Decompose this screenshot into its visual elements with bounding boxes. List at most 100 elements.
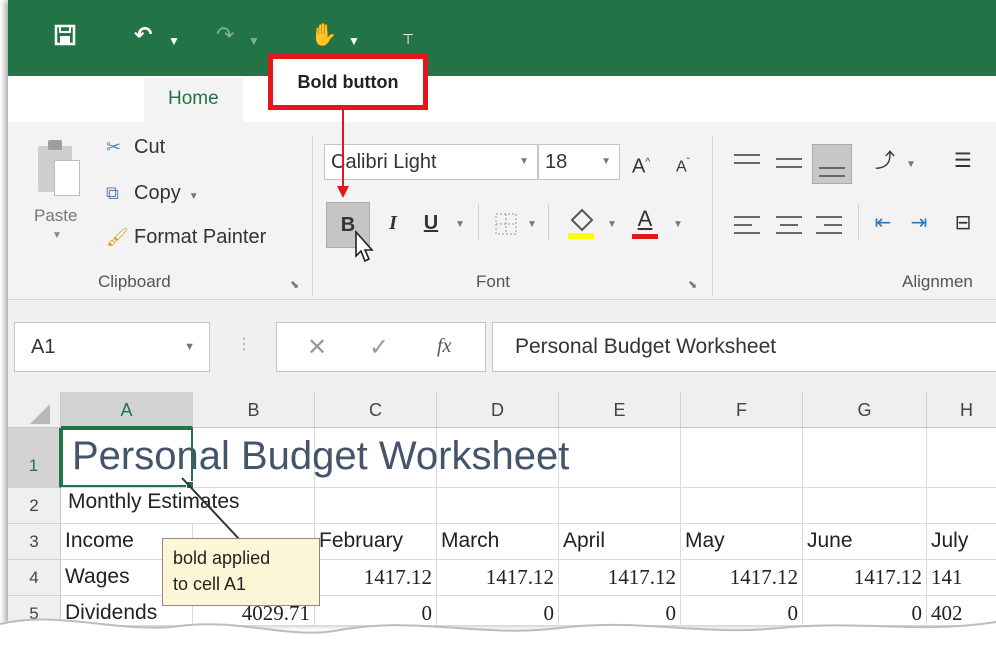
name-box-dropdown-icon[interactable]: ▼ <box>184 323 195 371</box>
copy-button[interactable]: ⧉ Copy ▼ <box>106 182 199 205</box>
tab-file[interactable]: File <box>54 80 85 120</box>
cancel-icon[interactable]: ✕ <box>307 333 327 362</box>
cell-f1[interactable] <box>681 428 803 488</box>
cell-e1[interactable] <box>559 428 681 488</box>
tab-page-layout[interactable]: e Layout <box>436 80 509 120</box>
wrap-text-icon[interactable]: ☰ <box>948 144 978 178</box>
cell-f2[interactable] <box>681 488 803 524</box>
cell-e2[interactable] <box>559 488 681 524</box>
touch-mode-icon[interactable]: ✋ <box>310 24 337 46</box>
torn-edge <box>0 618 996 645</box>
row-header-2[interactable]: 2 <box>8 488 61 524</box>
align-center-button[interactable] <box>772 210 808 240</box>
copy-dropdown-icon[interactable]: ▼ <box>189 191 199 202</box>
paste-dropdown-icon[interactable]: ▼ <box>52 230 62 241</box>
cell-f4[interactable]: 1417.12 <box>681 560 803 596</box>
formula-buttons: ✕ ✓ fx <box>276 322 486 372</box>
font-name-box[interactable]: Calibri Light ▼ <box>324 144 538 180</box>
cell-d3[interactable]: March <box>437 524 559 560</box>
tab-data[interactable]: Data <box>718 80 758 120</box>
align-left-button[interactable] <box>730 210 766 240</box>
font-color-dropdown-icon[interactable]: ▼ <box>668 208 688 242</box>
redo-dropdown-icon[interactable]: ▼ <box>248 30 260 52</box>
cell-g1[interactable] <box>803 428 927 488</box>
save-icon[interactable] <box>54 24 76 46</box>
cell-g3[interactable]: June <box>803 524 927 560</box>
column-header-a[interactable]: A <box>61 392 193 428</box>
orientation-icon[interactable]: ⤴ <box>870 144 900 178</box>
borders-dropdown-icon[interactable]: ▼ <box>522 208 542 242</box>
column-header-f[interactable]: F <box>681 392 803 428</box>
copy-icon: ⧉ <box>106 183 119 203</box>
cell-h1[interactable] <box>927 428 996 488</box>
cell-h4[interactable]: 141 <box>927 560 996 596</box>
select-all-button[interactable] <box>8 392 61 428</box>
middle-align-button[interactable] <box>772 146 808 176</box>
cell-c4[interactable]: 1417.12 <box>315 560 437 596</box>
font-size-box[interactable]: 18 ▼ <box>538 144 620 180</box>
column-header-g[interactable]: G <box>803 392 927 428</box>
name-box[interactable]: A1 ▼ <box>14 322 210 372</box>
underline-dropdown-icon[interactable]: ▼ <box>450 208 470 242</box>
font-launcher-icon[interactable]: ⬊ <box>688 278 697 291</box>
tab-view[interactable]: View <box>948 80 989 120</box>
fill-color-dropdown-icon[interactable]: ▼ <box>602 208 622 242</box>
title-bar: ↶ ▼ ↷ ▼ ✋ ▼ ⊤ File Home e Layout Formula… <box>8 0 996 124</box>
tab-home[interactable]: Home <box>144 78 243 124</box>
merge-center-icon[interactable]: ⊟ <box>948 206 978 240</box>
top-align-button[interactable] <box>730 146 766 176</box>
undo-icon[interactable]: ↶ <box>134 24 152 46</box>
row-header-1[interactable]: 1 <box>8 428 61 488</box>
column-header-c[interactable]: C <box>315 392 437 428</box>
cell-f3[interactable]: May <box>681 524 803 560</box>
cell-g4[interactable]: 1417.12 <box>803 560 927 596</box>
decrease-indent-icon[interactable]: ⇤ <box>868 206 898 240</box>
increase-indent-icon[interactable]: ⇥ <box>904 206 934 240</box>
enter-check-icon[interactable]: ✓ <box>369 333 389 362</box>
orientation-dropdown-icon[interactable]: ▼ <box>904 148 918 182</box>
redo-icon[interactable]: ↷ <box>216 24 234 46</box>
active-cell-border <box>61 428 193 487</box>
tab-review[interactable]: Review <box>820 80 882 120</box>
row-header-4[interactable]: 4 <box>8 560 61 596</box>
bottom-align-button[interactable] <box>812 144 852 184</box>
tab-formulas[interactable]: Formulas <box>568 80 647 120</box>
format-painter-button[interactable]: 🖌 Format Painter <box>106 226 266 249</box>
formula-bar-resize-handle[interactable]: ⋮ <box>236 334 252 354</box>
paste-button[interactable]: Paste <box>34 206 77 226</box>
decrease-font-size-button[interactable]: Aˇ <box>670 146 696 180</box>
cell-h3[interactable]: July <box>927 524 996 560</box>
paste-icon[interactable] <box>36 140 84 198</box>
cell-c3[interactable]: February <box>315 524 437 560</box>
column-header-b[interactable]: B <box>193 392 315 428</box>
cell-d4[interactable]: 1417.12 <box>437 560 559 596</box>
cell-c2[interactable] <box>315 488 437 524</box>
insert-function-icon[interactable]: fx <box>437 335 451 358</box>
underline-button[interactable]: U <box>416 206 446 240</box>
cell-h2[interactable] <box>927 488 996 524</box>
italic-button[interactable]: I <box>378 206 408 240</box>
font-name-dropdown-icon[interactable]: ▼ <box>519 145 529 179</box>
fill-color-icon[interactable] <box>566 206 596 240</box>
row-header-3[interactable]: 3 <box>8 524 61 560</box>
cell-e4[interactable]: 1417.12 <box>559 560 681 596</box>
column-header-h[interactable]: H <box>927 392 996 428</box>
cell-g2[interactable] <box>803 488 927 524</box>
increase-font-size-button[interactable]: A^ <box>628 146 654 180</box>
borders-icon[interactable] <box>494 212 518 236</box>
column-header-e[interactable]: E <box>559 392 681 428</box>
cut-button[interactable]: ✂ Cut <box>106 136 165 159</box>
cell-d2[interactable] <box>437 488 559 524</box>
worksheet-grid: A B C D E F G H 1 2 3 4 5 Personal Budge… <box>8 392 996 625</box>
column-header-d[interactable]: D <box>437 392 559 428</box>
font-color-button[interactable]: A <box>628 206 662 240</box>
customize-qat-icon[interactable]: ⊤ <box>402 28 414 50</box>
align-right-button[interactable] <box>812 210 848 240</box>
clipboard-launcher-icon[interactable]: ⬊ <box>290 278 299 291</box>
alignment-group-label: Alignmen <box>902 272 973 291</box>
cell-e3[interactable]: April <box>559 524 681 560</box>
font-size-dropdown-icon[interactable]: ▼ <box>601 145 611 179</box>
formula-input[interactable]: Personal Budget Worksheet <box>492 322 996 372</box>
undo-dropdown-icon[interactable]: ▼ <box>168 30 180 52</box>
touch-dropdown-icon[interactable]: ▼ <box>348 30 360 52</box>
